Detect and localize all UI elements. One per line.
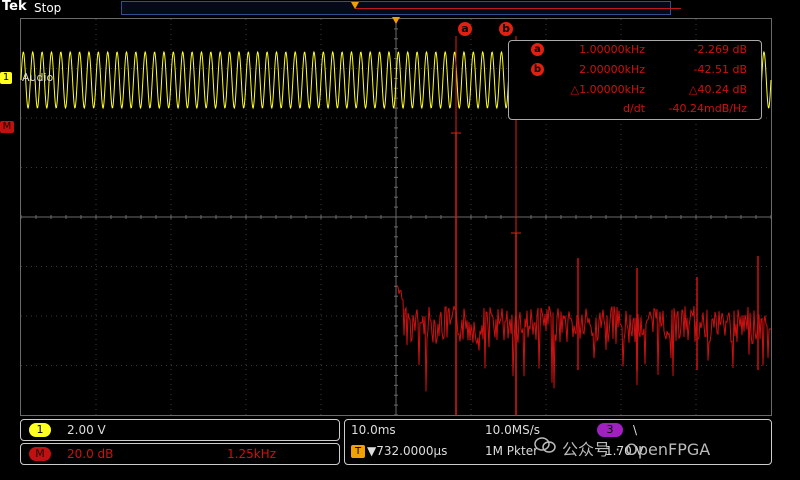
record-length: 1M Pkter (485, 444, 539, 458)
trigger-time-marker (392, 17, 400, 24)
math-status-box[interactable]: M 20.0 dB 1.25kHz (20, 443, 340, 465)
readout-row-slope: d/dt -40.24mdB/Hz (509, 100, 761, 118)
readout-freq-b: 2.00000kHz (579, 63, 645, 76)
wechat-icon (534, 437, 556, 453)
watermark-text: 公众号 · OpenFPGA (562, 440, 711, 459)
readout-badge-a: a (531, 43, 544, 56)
readout-amp-a: -2.269 dB (693, 43, 748, 56)
readout-delta-amp: △40.24 dB (689, 83, 747, 96)
ch1-scale: 2.00 V (67, 423, 106, 437)
readout-slope-value: -40.24mdB/Hz (668, 102, 747, 115)
readout-freq-a: 1.00000kHz (579, 43, 645, 56)
cursor-readout: a 1.00000kHz -2.269 dB b 2.00000kHz -42.… (508, 40, 762, 120)
trigger-slope-icon: \ (633, 423, 638, 437)
sample-rate: 10.0MS/s (485, 423, 540, 437)
math-status-badge: M (29, 447, 51, 461)
readout-badge-b: b (531, 63, 544, 76)
cursor-b-label[interactable]: b (499, 22, 513, 36)
readout-delta-freq: △1.00000kHz (570, 83, 645, 96)
readout-amp-b: -42.51 dB (693, 63, 748, 76)
ch1-indicator[interactable]: 1 (0, 72, 12, 84)
trigger-channel-badge: 3 (597, 423, 623, 437)
fft-noise-floor (396, 285, 772, 392)
cursor-a-label[interactable]: a (458, 22, 472, 36)
readout-row-b: b 2.00000kHz -42.51 dB (509, 61, 761, 79)
ch1-status-box[interactable]: 1 2.00 V (20, 419, 340, 441)
readout-slope-label: d/dt (623, 102, 645, 115)
readout-row-delta: △1.00000kHz △40.24 dB (509, 81, 761, 99)
math-span: 1.25kHz (227, 447, 276, 461)
math-indicator[interactable]: M (0, 121, 14, 133)
ch1-status-badge: 1 (29, 423, 51, 437)
trigger-position: ▼732.0000μs (367, 444, 448, 458)
readout-row-a: a 1.00000kHz -2.269 dB (509, 41, 761, 59)
timebase: 10.0ms (351, 423, 396, 437)
math-fft-waveform (396, 133, 772, 415)
trigger-t-icon: T (351, 445, 365, 458)
ch1-label: Audio (22, 71, 54, 84)
math-scale: 20.0 dB (67, 447, 114, 461)
